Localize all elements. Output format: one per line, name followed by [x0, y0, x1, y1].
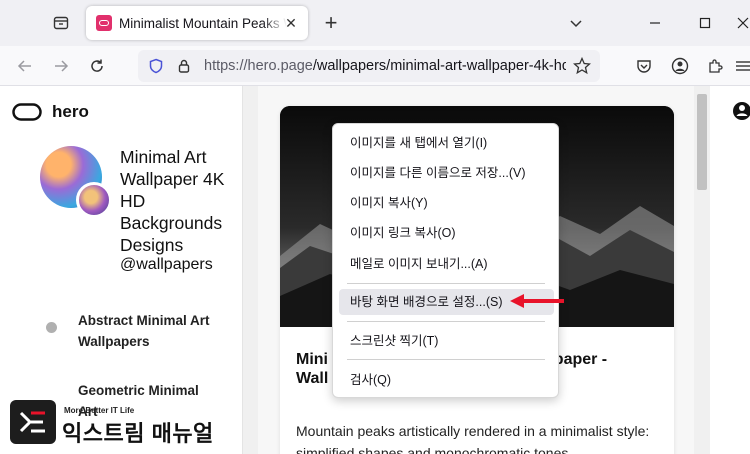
menu-item-copy-image[interactable]: 이미지 복사(Y) [339, 190, 554, 216]
tab-title: Minimalist Mountain Peaks Wa [119, 15, 287, 31]
sidebar-scrollbar[interactable] [242, 86, 258, 454]
maximize-icon[interactable] [692, 10, 718, 36]
tab-strip: Minimalist Mountain Peaks Wa ✕ + [0, 0, 750, 46]
user-icon[interactable] [732, 100, 750, 122]
url-bar[interactable]: https://hero.page/wallpapers/minimal-art… [138, 50, 600, 82]
back-arrow-icon[interactable] [13, 54, 37, 78]
context-menu: 이미지를 새 탭에서 열기(I) 이미지를 다른 이름으로 저장...(V) 이… [332, 123, 559, 398]
author-title[interactable]: Minimal Art Wallpaper 4K HD Backgrounds … [120, 146, 238, 256]
watermark-logo-icon [10, 400, 56, 444]
menu-item-save-image-as[interactable]: 이미지를 다른 이름으로 저장...(V) [339, 160, 554, 186]
brand[interactable]: hero [12, 102, 89, 122]
scrollbar-thumb[interactable] [697, 94, 707, 190]
watermark: More Better IT Life 익스트림 매뉴얼 [6, 396, 216, 450]
url-domain: https://hero.page [204, 58, 313, 74]
reload-icon[interactable] [85, 54, 109, 78]
tab-active[interactable]: Minimalist Mountain Peaks Wa ✕ [86, 6, 308, 40]
forward-arrow-icon[interactable] [49, 54, 73, 78]
watermark-name: 익스트림 매뉴얼 [62, 421, 214, 446]
card-description: Mountain peaks artistically rendered in … [296, 423, 650, 454]
menu-item-email-image[interactable]: 메일로 이미지 보내기...(A) [339, 251, 554, 277]
bookmark-star-icon[interactable] [570, 54, 594, 78]
url-text[interactable]: https://hero.page/wallpapers/minimal-art… [204, 58, 566, 74]
menu-item-take-screenshot[interactable]: 스크린샷 찍기(T) [339, 328, 554, 354]
menu-separator [347, 321, 545, 322]
url-path: /wallpapers/minimal-art-wallpaper-4k-hd [312, 58, 566, 74]
tab-list-icon[interactable] [50, 12, 72, 34]
close-tab-icon[interactable]: ✕ [282, 14, 300, 32]
menu-separator [347, 283, 545, 284]
author-avatar-badge [76, 182, 112, 218]
account-icon[interactable] [668, 54, 692, 78]
minimize-icon[interactable] [642, 10, 668, 36]
author-handle[interactable]: @wallpapers [120, 256, 213, 274]
red-arrow-annotation-icon [510, 294, 564, 308]
nav-bullet [46, 322, 57, 333]
card-title-left: Mini [296, 351, 328, 368]
lock-icon[interactable] [172, 54, 196, 78]
site-favicon-icon [96, 15, 112, 31]
menu-separator [347, 359, 545, 360]
card-title-line2: Wall [296, 370, 329, 387]
new-tab-icon[interactable]: + [320, 12, 342, 34]
watermark-tagline: More Better IT Life [64, 406, 135, 415]
pocket-icon[interactable] [632, 54, 656, 78]
sidebar-item-abstract[interactable]: Abstract Minimal Art Wallpapers [78, 310, 218, 352]
extensions-icon[interactable] [703, 54, 727, 78]
shield-icon[interactable] [144, 54, 168, 78]
navigation-toolbar: https://hero.page/wallpapers/minimal-art… [0, 46, 750, 86]
close-window-icon[interactable] [735, 10, 750, 36]
menu-item-copy-image-link[interactable]: 이미지 링크 복사(O) [339, 220, 554, 246]
chevron-down-icon[interactable] [565, 12, 587, 34]
left-sidebar: hero Minimal Art Wallpaper 4K HD Backgro… [0, 86, 242, 454]
menu-icon[interactable] [734, 54, 750, 78]
brand-name: hero [52, 102, 89, 121]
right-panel [710, 86, 750, 454]
hero-logo-icon [12, 103, 42, 121]
menu-item-open-image-new-tab[interactable]: 이미지를 새 탭에서 열기(I) [339, 130, 554, 156]
menu-item-inspect[interactable]: 검사(Q) [339, 367, 554, 393]
